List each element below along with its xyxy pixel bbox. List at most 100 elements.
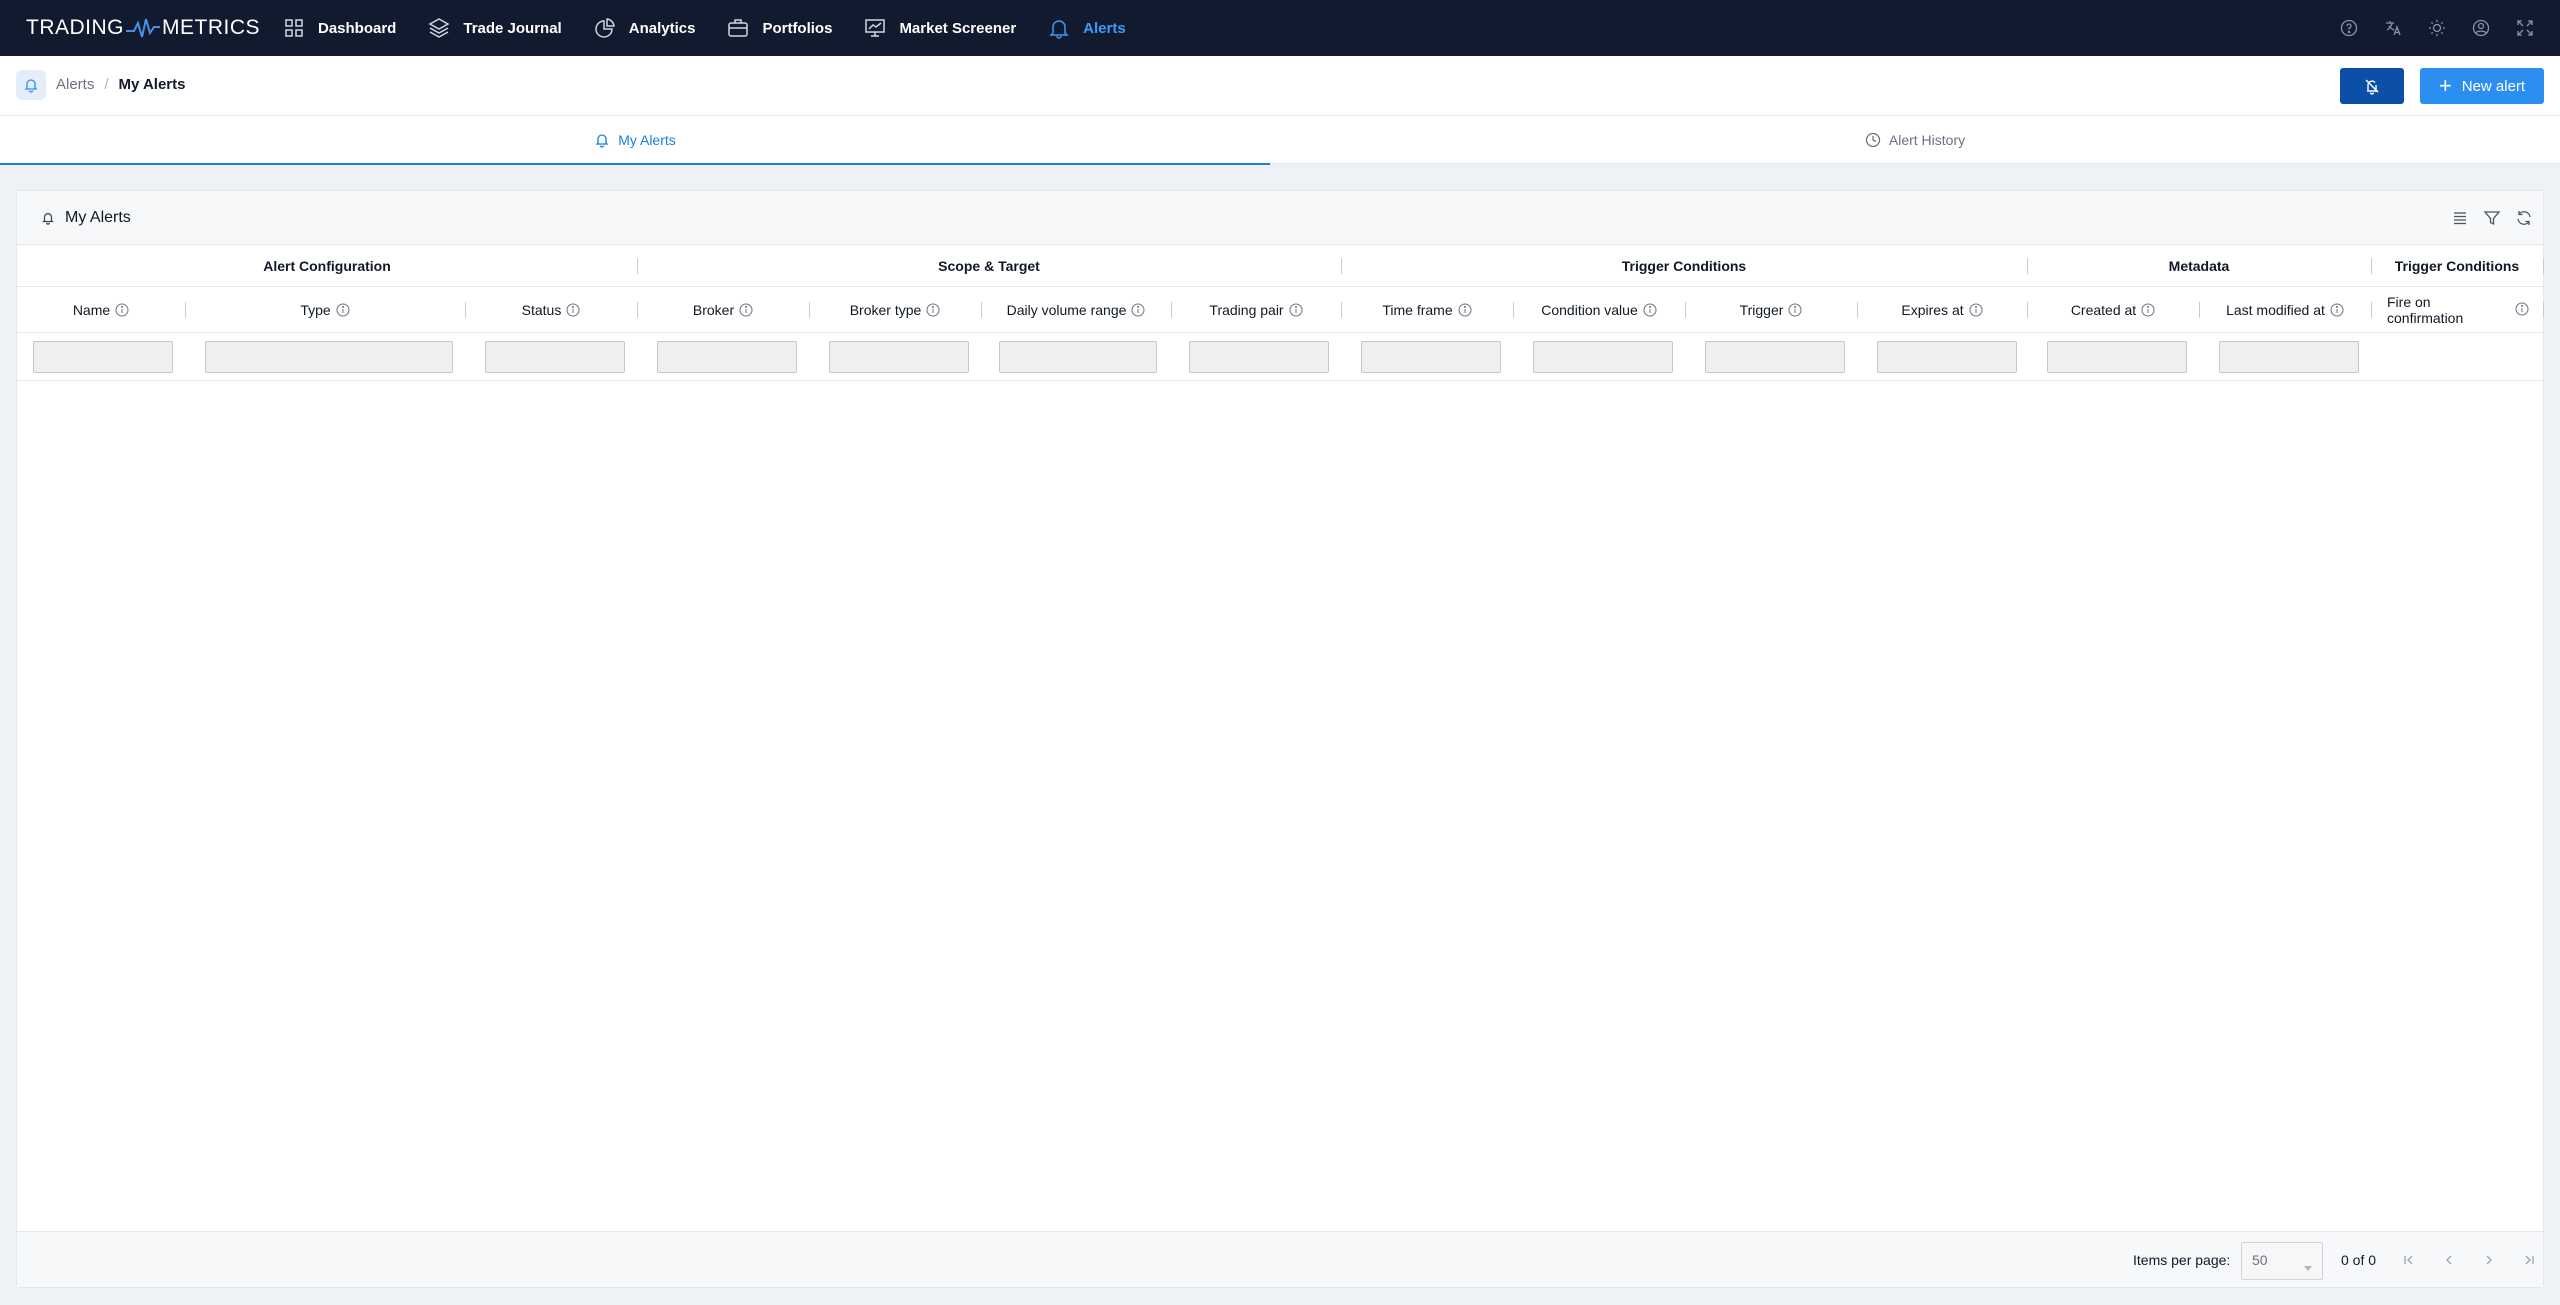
column-header-created-at[interactable]: Created at	[2027, 287, 2199, 333]
previous-page-icon[interactable]	[2439, 1250, 2459, 1270]
nav-label: Alerts	[1083, 19, 1126, 37]
column-header-status[interactable]: Status	[465, 287, 637, 333]
info-icon[interactable]	[115, 303, 129, 317]
info-icon[interactable]	[1458, 303, 1472, 317]
nav-label: Dashboard	[318, 19, 397, 37]
bell-icon	[594, 132, 610, 148]
help-icon[interactable]	[2338, 17, 2360, 39]
presentation-chart-icon	[863, 16, 887, 40]
first-page-icon[interactable]	[2399, 1250, 2419, 1270]
last-page-icon[interactable]	[2519, 1250, 2539, 1270]
column-header-broker-type[interactable]: Broker type	[809, 287, 981, 333]
tab-label: My Alerts	[618, 132, 676, 148]
top-navigation: TRADING METRICS Dashboard Trade Journal …	[0, 0, 2560, 56]
created-at-filter-input[interactable]	[2047, 341, 2187, 373]
fullscreen-icon[interactable]	[2514, 17, 2536, 39]
nav-analytics[interactable]: Analytics	[593, 0, 712, 56]
logo-text-left: TRADING	[26, 16, 124, 39]
info-icon[interactable]	[926, 303, 940, 317]
nav-label: Market Screener	[899, 19, 1017, 37]
column-header-daily-volume-range[interactable]: Daily volume range	[981, 287, 1171, 333]
nav-trade-journal[interactable]: Trade Journal	[427, 0, 577, 56]
breadcrumb-current: My Alerts	[118, 76, 186, 93]
expires-at-filter-input[interactable]	[1877, 341, 2017, 373]
new-alert-button[interactable]: + New alert	[2420, 68, 2544, 104]
sun-icon[interactable]	[2426, 17, 2448, 39]
daily-volume-range-filter-input[interactable]	[999, 341, 1157, 373]
info-icon[interactable]	[1131, 303, 1145, 317]
column-label: Time frame	[1382, 302, 1453, 318]
group-header: Trigger Conditions	[1621, 258, 1747, 274]
nav-alerts[interactable]: Alerts	[1047, 0, 1142, 56]
tab-bar: My Alerts Alert History	[0, 116, 2560, 165]
bell-off-icon	[2365, 79, 2379, 95]
column-label: Expires at	[1901, 302, 1964, 318]
column-header-condition-value[interactable]: Condition value	[1513, 287, 1685, 333]
info-icon[interactable]	[2330, 303, 2344, 317]
layers-icon	[427, 16, 451, 40]
column-header-last-modified-at[interactable]: Last modified at	[2199, 287, 2371, 333]
info-icon[interactable]	[2141, 303, 2155, 317]
column-header-type[interactable]: Type	[185, 287, 465, 333]
info-icon[interactable]	[1969, 303, 1983, 317]
bell-icon	[41, 211, 55, 225]
filter-icon[interactable]	[2481, 207, 2503, 229]
last-modified-at-filter-input[interactable]	[2219, 341, 2359, 373]
column-header-name[interactable]: Name	[17, 287, 185, 333]
main-menu: Dashboard Trade Journal Analytics Portfo…	[282, 0, 1157, 56]
info-icon[interactable]	[1643, 303, 1657, 317]
info-icon[interactable]	[566, 303, 580, 317]
broker-filter-input[interactable]	[657, 341, 797, 373]
translate-icon[interactable]	[2382, 17, 2404, 39]
items-per-page-select[interactable]: 50	[2241, 1242, 2323, 1280]
column-label: Status	[521, 302, 562, 318]
info-icon[interactable]	[739, 303, 753, 317]
list-icon[interactable]	[2449, 207, 2471, 229]
broker-type-filter-input[interactable]	[829, 341, 969, 373]
tab-alert-history[interactable]: Alert History	[1270, 116, 2560, 164]
column-label: Fire on confirmation	[2387, 294, 2464, 326]
briefcase-icon	[726, 16, 750, 40]
refresh-icon[interactable]	[2513, 207, 2535, 229]
time-frame-filter-input[interactable]	[1361, 341, 1501, 373]
trigger-filter-input[interactable]	[1705, 341, 1845, 373]
grid-icon	[282, 16, 306, 40]
nav-portfolios[interactable]: Portfolios	[726, 0, 848, 56]
column-label: Last modified at	[2226, 302, 2325, 318]
logo[interactable]: TRADING METRICS	[26, 14, 260, 42]
info-icon[interactable]	[1788, 303, 1802, 317]
column-label: Type	[300, 302, 331, 318]
column-header-broker[interactable]: Broker	[637, 287, 809, 333]
column-header-time-frame[interactable]: Time frame	[1341, 287, 1513, 333]
plus-icon: +	[2438, 73, 2452, 98]
group-header: Trigger Conditions	[2394, 258, 2520, 274]
nav-dashboard[interactable]: Dashboard	[282, 0, 412, 56]
filter-row	[17, 333, 2543, 381]
name-filter-input[interactable]	[33, 341, 173, 373]
next-page-icon[interactable]	[2479, 1250, 2499, 1270]
page-header: Alerts / My Alerts + New alert	[0, 56, 2560, 116]
column-label: Name	[72, 302, 111, 318]
user-icon[interactable]	[2470, 17, 2492, 39]
column-header-trading-pair[interactable]: Trading pair	[1171, 287, 1341, 333]
group-header: Alert Configuration	[263, 258, 391, 274]
status-filter-input[interactable]	[485, 341, 625, 373]
info-icon[interactable]	[336, 303, 350, 317]
nav-label: Portfolios	[762, 19, 833, 37]
card-header: My Alerts	[17, 191, 2543, 245]
breadcrumb-separator: /	[104, 76, 109, 93]
column-header-trigger[interactable]: Trigger	[1685, 287, 1857, 333]
mute-alerts-button[interactable]	[2340, 68, 2404, 104]
info-icon[interactable]	[1289, 303, 1303, 317]
nav-market-screener[interactable]: Market Screener	[863, 0, 1032, 56]
tab-my-alerts[interactable]: My Alerts	[0, 116, 1270, 165]
trading-pair-filter-input[interactable]	[1189, 341, 1329, 373]
breadcrumb: Alerts / My Alerts	[56, 76, 185, 93]
info-icon[interactable]	[2515, 302, 2529, 316]
type-filter-input[interactable]	[205, 341, 453, 373]
column-header-fire-on-confirmation[interactable]: Fire on confirmation	[2371, 287, 2543, 333]
card-title-text: My Alerts	[65, 209, 131, 226]
condition-value-filter-input[interactable]	[1533, 341, 1673, 373]
breadcrumb-parent[interactable]: Alerts	[56, 76, 94, 93]
column-header-expires-at[interactable]: Expires at	[1857, 287, 2027, 333]
